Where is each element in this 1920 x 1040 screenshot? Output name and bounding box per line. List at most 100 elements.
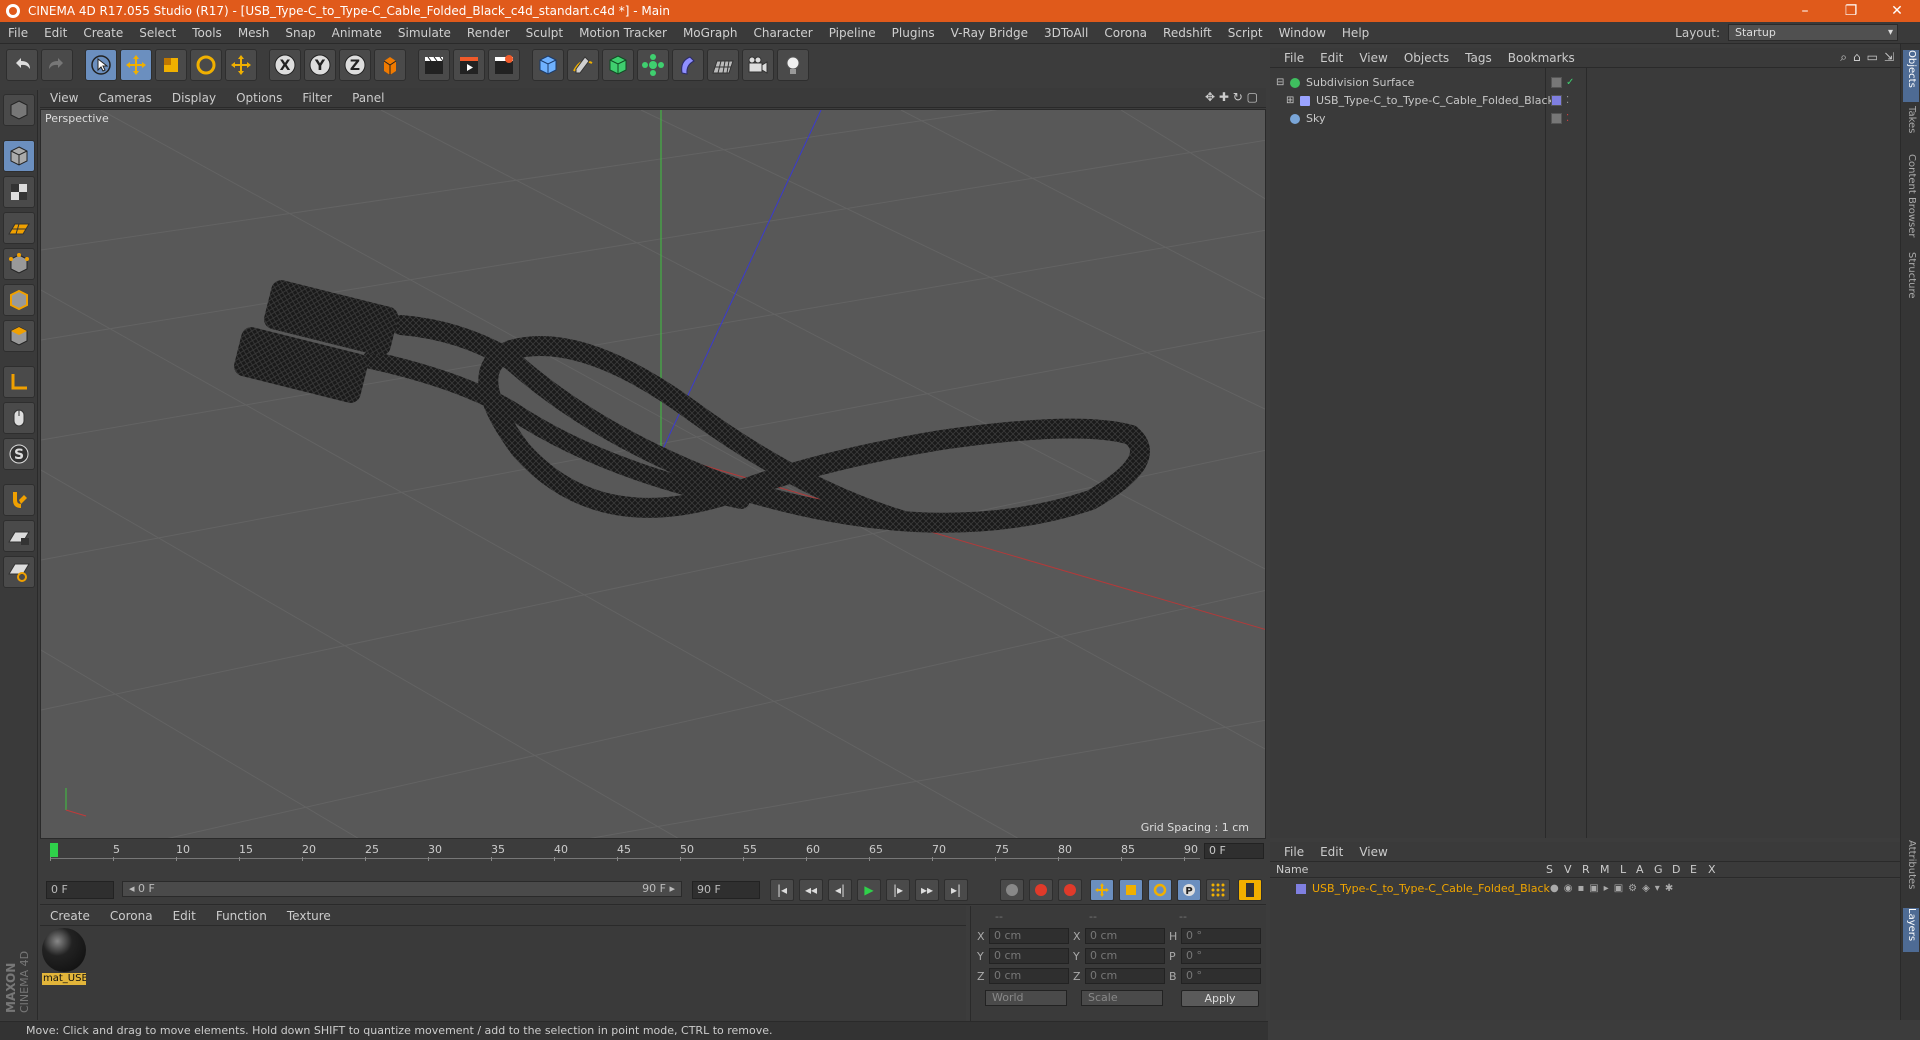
enabled-check-icon[interactable]: ✓ [1566, 76, 1574, 90]
menu-help[interactable]: Help [1334, 22, 1377, 44]
menu-simulate[interactable]: Simulate [390, 22, 459, 44]
axis-mode-button[interactable] [2, 366, 35, 398]
planar-workplane-button[interactable] [2, 556, 35, 588]
viewport-menu-filter[interactable]: Filter [292, 88, 342, 108]
objects-menu-objects[interactable]: Objects [1396, 48, 1457, 68]
menu-animate[interactable]: Animate [324, 22, 390, 44]
size-y-field[interactable]: 0 cm [1085, 948, 1165, 964]
viewport-menu-view[interactable]: View [40, 88, 88, 108]
coordinate-space-select[interactable]: World [985, 990, 1067, 1006]
play-button[interactable]: ▶ [857, 879, 881, 901]
live-selection-button[interactable] [85, 49, 117, 81]
current-frame-field[interactable]: 0 F [1204, 843, 1264, 859]
menu-window[interactable]: Window [1271, 22, 1334, 44]
timeline-ruler[interactable]: 0 5 10 15 20 25 30 35 40 45 50 55 60 65 … [50, 843, 1200, 861]
column-expressions[interactable]: E [1690, 862, 1697, 878]
viewport-menu-options[interactable]: Options [226, 88, 292, 108]
tab-takes[interactable]: Takes [1903, 106, 1919, 150]
visibility-toggle-icon[interactable] [1551, 113, 1562, 124]
menu-render[interactable]: Render [459, 22, 518, 44]
polygons-mode-button[interactable] [2, 320, 35, 352]
key-rotation-button[interactable] [1148, 879, 1172, 901]
y-axis-lock-button[interactable]: Y [304, 49, 336, 81]
menu-redshift[interactable]: Redshift [1155, 22, 1220, 44]
undo-button[interactable] [6, 49, 38, 81]
restore-button[interactable]: ❐ [1828, 0, 1874, 22]
coordinate-mode-select[interactable]: Scale [1081, 990, 1163, 1006]
column-manager[interactable]: M [1600, 862, 1610, 878]
material-menu-edit[interactable]: Edit [163, 906, 206, 926]
object-name[interactable]: Sky [1306, 110, 1325, 128]
objects-menu-edit[interactable]: Edit [1312, 48, 1351, 68]
menu-corona[interactable]: Corona [1096, 22, 1155, 44]
render-view-button[interactable] [418, 49, 450, 81]
expand-toggle-icon[interactable]: ⊞ [1286, 92, 1294, 110]
add-camera-button[interactable] [742, 49, 774, 81]
collapse-toggle-icon[interactable]: ⊟ [1276, 74, 1284, 92]
menu-create[interactable]: Create [75, 22, 131, 44]
close-button[interactable]: ✕ [1874, 0, 1920, 22]
layout-select[interactable]: Startup [1728, 24, 1898, 41]
rot-h-field[interactable]: 0 ° [1181, 928, 1261, 944]
size-x-field[interactable]: 0 cm [1085, 928, 1165, 944]
menu-character[interactable]: Character [745, 22, 820, 44]
previous-frame-button[interactable]: ◂| [828, 879, 852, 901]
magnet-button[interactable] [2, 484, 35, 516]
record-keys-button[interactable] [1000, 879, 1024, 901]
coordinate-system-button[interactable] [374, 49, 406, 81]
render-picture-viewer-button[interactable] [453, 49, 485, 81]
rot-p-field[interactable]: 0 ° [1181, 948, 1261, 964]
menu-snap[interactable]: Snap [277, 22, 323, 44]
timeline-layout-button[interactable] [1238, 879, 1262, 901]
next-key-button[interactable]: ▸▸ [915, 879, 939, 901]
column-render[interactable]: R [1582, 862, 1590, 878]
viewport-camera-label[interactable]: Perspective [45, 112, 109, 125]
add-mograph-button[interactable] [637, 49, 669, 81]
redo-button[interactable] [41, 49, 73, 81]
frame-range-slider[interactable]: ◂ 0 F 90 F ▸ [122, 881, 682, 897]
next-frame-button[interactable]: |▸ [886, 879, 910, 901]
key-scale-button[interactable] [1119, 879, 1143, 901]
material-menu-function[interactable]: Function [206, 906, 277, 926]
viewport-menu-display[interactable]: Display [162, 88, 226, 108]
menu-vray-bridge[interactable]: V-Ray Bridge [943, 22, 1036, 44]
snap-button[interactable]: S [2, 438, 35, 470]
add-environment-button[interactable] [707, 49, 739, 81]
timeline-playhead[interactable] [50, 843, 58, 857]
material-preview-sphere[interactable] [42, 928, 86, 972]
column-animation[interactable]: A [1636, 862, 1644, 878]
home-icon[interactable]: ⌂ [1853, 50, 1861, 65]
add-nurbs-button[interactable] [602, 49, 634, 81]
add-spline-button[interactable] [567, 49, 599, 81]
object-row[interactable]: ⊟ Subdivision Surface ✓ [1270, 74, 1900, 92]
pos-z-field[interactable]: 0 cm [989, 968, 1069, 984]
viewport-menu-cameras[interactable]: Cameras [88, 88, 161, 108]
apply-button[interactable]: Apply [1181, 990, 1259, 1007]
move-tool-button[interactable] [120, 49, 152, 81]
menu-sculpt[interactable]: Sculpt [518, 22, 571, 44]
menu-pipeline[interactable]: Pipeline [821, 22, 884, 44]
pos-y-field[interactable]: 0 cm [989, 948, 1069, 964]
material-menu-texture[interactable]: Texture [277, 906, 341, 926]
edges-mode-button[interactable] [2, 284, 35, 316]
pin-icon[interactable]: ⇲ [1884, 50, 1894, 65]
add-deformer-button[interactable] [672, 49, 704, 81]
menu-mesh[interactable]: Mesh [230, 22, 278, 44]
x-axis-lock-button[interactable]: X [269, 49, 301, 81]
rotate-tool-button[interactable] [190, 49, 222, 81]
start-frame-field[interactable]: 0 F [46, 881, 114, 899]
points-mode-button[interactable] [2, 248, 35, 280]
render-settings-button[interactable] [488, 49, 520, 81]
tab-content-browser[interactable]: Content Browser [1903, 154, 1919, 248]
material-menu-corona[interactable]: Corona [100, 906, 163, 926]
column-deformers[interactable]: D [1672, 862, 1680, 878]
rot-b-field[interactable]: 0 ° [1181, 968, 1261, 984]
add-light-button[interactable] [777, 49, 809, 81]
viewport-menu-panel[interactable]: Panel [342, 88, 394, 108]
tweak-mode-button[interactable] [2, 402, 35, 434]
menu-file[interactable]: File [0, 22, 36, 44]
expand-icon[interactable]: ▭ [1867, 50, 1878, 65]
column-solo[interactable]: S [1546, 862, 1553, 878]
texture-mode-button[interactable] [2, 176, 35, 208]
workplane-mode-button[interactable] [2, 212, 35, 244]
